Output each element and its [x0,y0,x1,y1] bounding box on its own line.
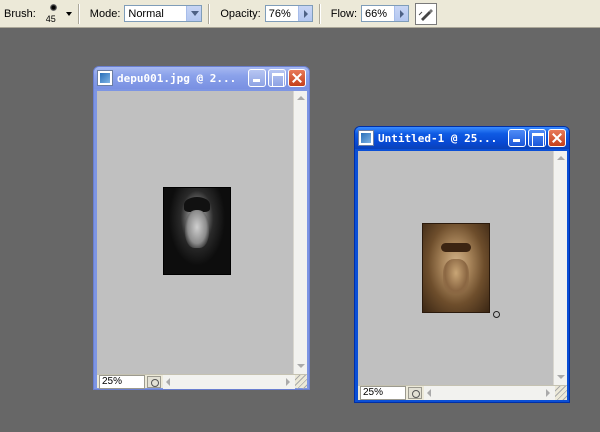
zoom-field[interactable]: 25% [360,386,406,400]
scroll-right-arrow-icon[interactable] [541,386,555,400]
vertical-scrollbar[interactable] [553,151,567,385]
close-button[interactable] [548,129,566,147]
mode-label: Mode: [89,7,121,20]
resize-grip[interactable] [555,386,567,400]
window-titlebar[interactable]: Untitled-1 @ 25... [355,127,569,149]
brush-dropdown-arrow-icon[interactable] [65,11,72,16]
document-icon [358,130,374,146]
minimize-button[interactable] [248,69,266,87]
scroll-down-arrow-icon[interactable] [554,371,567,385]
brush-label: Brush: [4,7,36,20]
mode-value: Normal [128,7,164,20]
flow-value[interactable]: 66% [362,8,394,20]
separator [318,3,321,24]
status-bar: 25% [358,385,567,400]
separator [77,3,80,24]
brush-tip-icon [49,3,57,11]
flow-label: Flow: [330,7,358,20]
status-bar: 25% [97,374,307,389]
status-menu-button[interactable] [147,375,161,388]
horizontal-scrollbar[interactable] [424,386,555,400]
document-window-depu001[interactable]: depu001.jpg @ 2... 25% [93,66,310,390]
flow-slider-arrow-icon[interactable] [394,6,409,21]
close-button[interactable] [288,69,306,87]
resize-grip[interactable] [295,374,307,389]
status-menu-button[interactable] [408,387,422,399]
document-canvas[interactable] [358,151,553,385]
scroll-down-arrow-icon[interactable] [294,360,307,374]
separator [208,3,211,24]
brush-cursor-icon [493,311,500,318]
document-icon [97,70,113,86]
window-titlebar[interactable]: depu001.jpg @ 2... [94,67,309,89]
scroll-up-arrow-icon[interactable] [294,91,307,105]
opacity-slider-arrow-icon[interactable] [297,6,312,21]
flow-field[interactable]: 66% [361,5,410,22]
brush-preset-picker[interactable]: 45 [44,2,64,26]
mode-dropdown-icon[interactable] [186,6,202,21]
document-canvas[interactable] [97,91,293,374]
zoom-field[interactable]: 25% [99,374,145,389]
document-window-untitled-1[interactable]: Untitled-1 @ 25... 25% [354,126,570,403]
mode-select[interactable]: Normal [124,5,203,22]
opacity-label: Opacity: [220,7,261,20]
window-title: Untitled-1 @ 25... [378,131,498,145]
opacity-field[interactable]: 76% [264,5,313,22]
vertical-scrollbar[interactable] [293,91,307,374]
brush-size: 45 [45,13,56,24]
horizontal-scrollbar[interactable] [163,374,295,389]
scroll-right-arrow-icon[interactable] [281,375,295,389]
maximize-button[interactable] [528,129,546,147]
portrait-photo-sepia [422,223,490,313]
portrait-photo-bw [163,187,231,275]
scroll-up-arrow-icon[interactable] [554,151,567,165]
minimize-button[interactable] [508,129,526,147]
window-title: depu001.jpg @ 2... [117,71,237,85]
airbrush-toggle-button[interactable] [415,2,438,25]
maximize-button[interactable] [268,69,286,87]
options-bar: Brush: 45 Mode: Normal Opacity: 76% Flow… [0,0,600,28]
airbrush-icon [418,8,434,21]
opacity-value[interactable]: 76% [266,8,298,20]
